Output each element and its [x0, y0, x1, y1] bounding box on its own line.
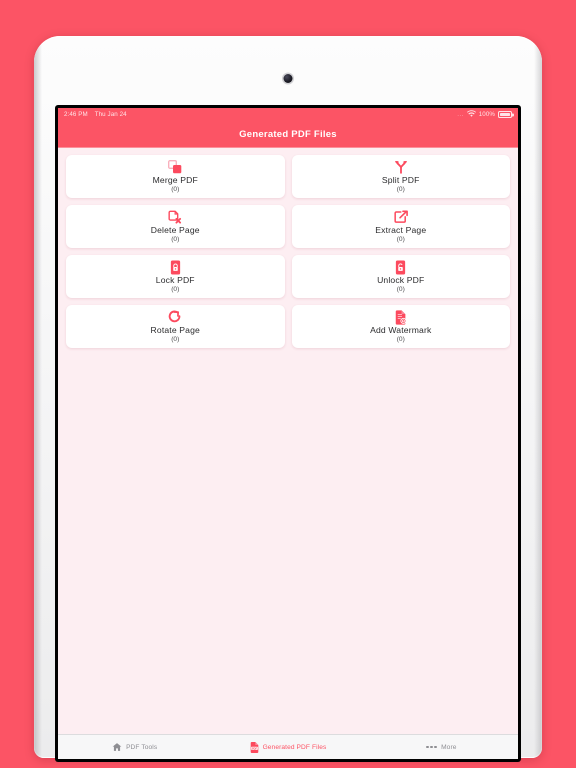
status-bar-right: ... 100%: [457, 110, 512, 119]
tool-label: Delete Page: [150, 224, 200, 235]
tool-card-lock-pdf[interactable]: Lock PDF (0): [66, 255, 285, 298]
tool-card-delete-page[interactable]: Delete Page (0): [66, 205, 285, 248]
tab-more[interactable]: More: [365, 744, 518, 751]
split-fork-icon: [394, 160, 408, 175]
tab-generated-pdf-files[interactable]: PDF Generated PDF Files: [211, 741, 364, 753]
status-bar: 2:46 PM Thu Jan 24 ... 100%: [58, 108, 518, 121]
screen-bezel: 2:46 PM Thu Jan 24 ... 100% Generated PD…: [55, 105, 521, 762]
tool-count: (0): [171, 236, 180, 244]
content-area: Merge PDF (0) Split PDF (0) Delete Page …: [58, 148, 518, 734]
tool-label: Extract Page: [375, 224, 427, 235]
tab-pdf-tools[interactable]: PDF Tools: [58, 742, 211, 752]
tab-label: More: [441, 743, 457, 751]
app-screen: 2:46 PM Thu Jan 24 ... 100% Generated PD…: [58, 108, 518, 759]
tab-bar: PDF Tools PDF Generated PDF Files More: [58, 734, 518, 759]
nav-bar: Generated PDF Files: [58, 121, 518, 148]
tool-card-merge-pdf[interactable]: Merge PDF (0): [66, 155, 285, 198]
rotate-arrow-icon: [168, 310, 182, 325]
lock-icon: [169, 260, 182, 275]
tool-card-unlock-pdf[interactable]: Unlock PDF (0): [291, 255, 510, 298]
page-title: Generated PDF Files: [239, 128, 337, 140]
merge-squares-icon: [168, 160, 182, 175]
battery-full-icon: [498, 111, 512, 118]
document-delete-icon: [168, 210, 182, 225]
svg-text:PDF: PDF: [252, 746, 258, 750]
tool-count: (0): [171, 286, 180, 294]
battery-percent: 100%: [478, 111, 495, 118]
tool-card-add-watermark[interactable]: Add Watermark (0): [291, 305, 510, 348]
tool-label: Split PDF: [381, 174, 420, 185]
status-dots: ...: [457, 111, 464, 118]
document-extract-icon: [394, 210, 408, 225]
unlock-icon: [394, 260, 407, 275]
document-watermark-icon: [394, 310, 407, 325]
front-camera-icon: [283, 74, 293, 83]
tool-count: (0): [171, 186, 180, 194]
tools-grid: Merge PDF (0) Split PDF (0) Delete Page …: [66, 155, 510, 348]
tool-label: Lock PDF: [155, 274, 195, 285]
tool-count: (0): [396, 186, 405, 194]
status-date: Thu Jan 24: [94, 111, 127, 118]
tool-label: Merge PDF: [152, 174, 198, 185]
ellipsis-icon: [426, 745, 438, 749]
tab-label: Generated PDF Files: [262, 743, 327, 751]
tool-count: (0): [171, 336, 180, 344]
wifi-icon: [466, 110, 476, 119]
tool-label: Add Watermark: [370, 324, 432, 335]
tablet-device: 2:46 PM Thu Jan 24 ... 100% Generated PD…: [34, 36, 542, 762]
tool-card-extract-page[interactable]: Extract Page (0): [291, 205, 510, 248]
tool-count: (0): [396, 336, 405, 344]
tool-label: Rotate Page: [150, 324, 200, 335]
home-icon: [112, 742, 122, 752]
tool-card-split-pdf[interactable]: Split PDF (0): [291, 155, 510, 198]
tool-count: (0): [396, 236, 405, 244]
tool-count: (0): [396, 286, 405, 294]
status-bar-left: 2:46 PM Thu Jan 24: [64, 111, 127, 118]
tool-card-rotate-page[interactable]: Rotate Page (0): [66, 305, 285, 348]
tool-label: Unlock PDF: [377, 274, 425, 285]
tab-label: PDF Tools: [126, 743, 158, 751]
status-time: 2:46 PM: [64, 111, 88, 118]
pdf-file-icon: PDF: [250, 741, 259, 753]
